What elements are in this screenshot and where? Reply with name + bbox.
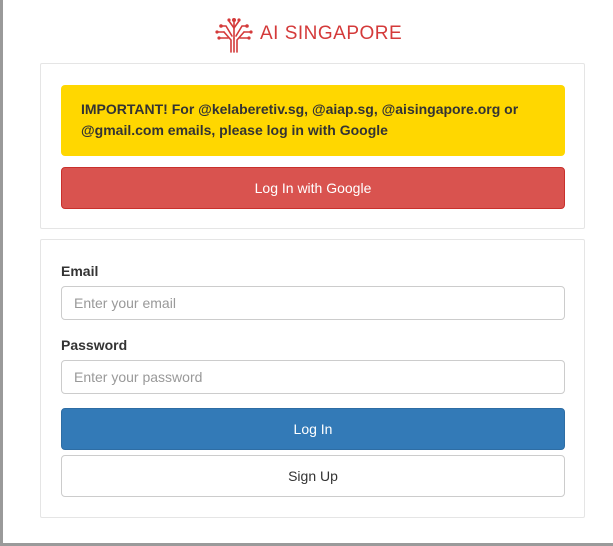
password-label: Password — [61, 337, 128, 353]
email-label: Email — [61, 263, 99, 279]
password-input[interactable] — [61, 360, 565, 394]
google-login-notice: IMPORTANT! For @kelaberetiv.sg, @aiap.sg… — [61, 85, 565, 156]
brand-name: AI SINGAPORE — [260, 23, 403, 44]
login-with-google-button[interactable]: Log In with Google — [61, 167, 565, 209]
login-form: Email Password Log In Sign Up — [40, 239, 585, 518]
circuit-tree-logo-icon — [215, 18, 253, 53]
signup-button[interactable]: Sign Up — [61, 455, 565, 497]
brand-logo: AI SINGAPORE — [212, 14, 402, 54]
window-frame-left — [0, 0, 3, 546]
google-login-panel: IMPORTANT! For @kelaberetiv.sg, @aiap.sg… — [40, 63, 585, 229]
login-button[interactable]: Log In — [61, 408, 565, 450]
email-input[interactable] — [61, 286, 565, 320]
